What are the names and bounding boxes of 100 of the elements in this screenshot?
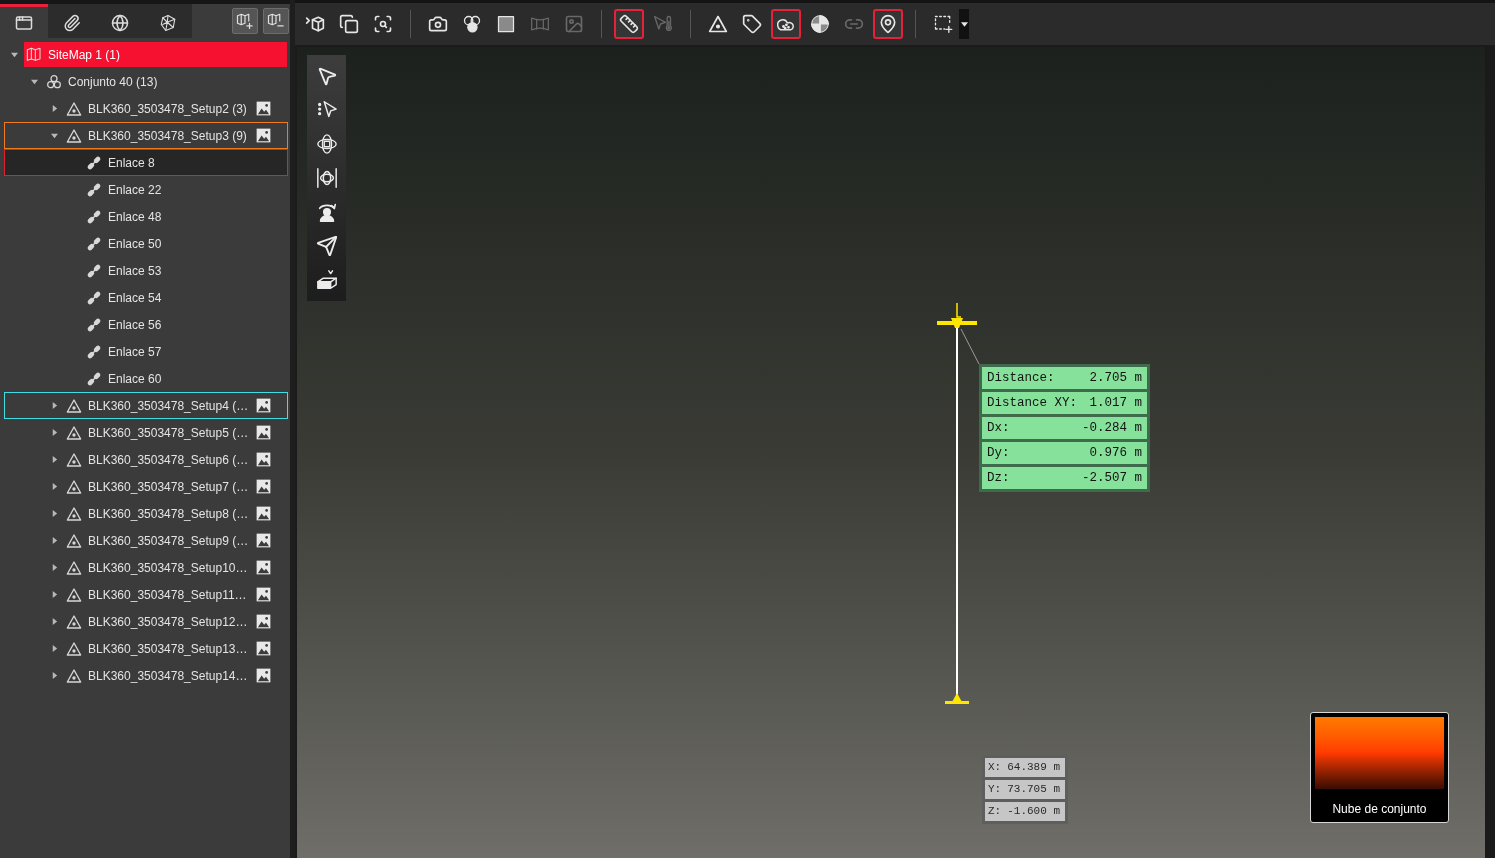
paperclip-icon	[63, 13, 81, 32]
image-icon[interactable]	[256, 668, 271, 683]
add-map-button[interactable]	[232, 8, 258, 34]
circles-icon	[462, 14, 482, 34]
pointer-thermometer-icon	[653, 14, 673, 34]
tree-item[interactable]: BLK360_3503478_Setup5 (…	[4, 419, 288, 446]
bracket-orbit-icon[interactable]	[315, 167, 338, 189]
map-pin-icon	[878, 14, 898, 34]
expand-arrow-icon[interactable]	[51, 483, 58, 490]
globe-icon	[111, 13, 129, 32]
tree-item[interactable]: Enlace 57	[4, 338, 288, 365]
tree-item[interactable]: BLK360_3503478_Setup9 (…	[4, 527, 288, 554]
ruler-button[interactable]	[614, 9, 644, 39]
tree-item[interactable]: Enlace 56	[4, 311, 288, 338]
expand-arrow-icon[interactable]	[51, 429, 58, 436]
image-icon[interactable]	[256, 425, 271, 440]
image-icon[interactable]	[256, 506, 271, 521]
triangle-icon	[66, 559, 82, 576]
collapse-arrow-icon[interactable]	[11, 51, 18, 58]
triangle-icon	[66, 478, 82, 495]
tree-item[interactable]: BLK360_3503478_Setup4 (…	[4, 392, 288, 419]
tree-item[interactable]: BLK360_3503478_Setup14…	[4, 662, 288, 689]
expand-arrow-icon[interactable]	[51, 402, 58, 409]
triangle-icon	[66, 586, 82, 603]
tree-item[interactable]: BLK360_3503478_Setup12…	[4, 608, 288, 635]
image-icon[interactable]	[256, 641, 271, 656]
tree-item[interactable]: Enlace 54	[4, 284, 288, 311]
remove-map-button[interactable]	[263, 8, 289, 34]
link-icon	[86, 289, 102, 306]
orbit-icon[interactable]	[315, 133, 338, 155]
tree-item[interactable]: BLK360_3503478_Setup13…	[4, 635, 288, 662]
expand-arrow-icon[interactable]	[51, 510, 58, 517]
image-icon[interactable]	[256, 479, 271, 494]
expand-arrow-icon[interactable]	[51, 672, 58, 679]
cloud-button[interactable]	[771, 9, 801, 39]
panel-tab[interactable]	[144, 4, 192, 38]
cube-icon	[305, 14, 325, 34]
triangle-icon	[66, 424, 82, 441]
tree-item[interactable]: Enlace 22	[4, 176, 288, 203]
coordinate-label: Z:	[988, 804, 1002, 820]
triangle-icon	[66, 613, 82, 630]
panel-tab[interactable]	[48, 4, 96, 38]
tree-item[interactable]: BLK360_3503478_Setup7 (…	[4, 473, 288, 500]
selection-icon	[933, 14, 953, 34]
dropdown-button[interactable]	[959, 9, 969, 39]
tree-item[interactable]: BLK360_3503478_Setup8 (…	[4, 500, 288, 527]
expand-arrow-icon[interactable]	[51, 645, 58, 652]
tag-icon	[742, 14, 762, 34]
measurement-label: Distance XY:	[987, 394, 1077, 412]
tree-item[interactable]: BLK360_3503478_Setup3 (9)	[4, 122, 288, 149]
tree-item[interactable]: Enlace 60	[4, 365, 288, 392]
image-icon[interactable]	[256, 398, 271, 413]
expand-arrow-icon[interactable]	[51, 618, 58, 625]
tree-item[interactable]: Enlace 8	[4, 149, 288, 176]
tree-item[interactable]: Enlace 53	[4, 257, 288, 284]
tree-item[interactable]: Enlace 50	[4, 230, 288, 257]
expand-arrow-icon[interactable]	[51, 591, 58, 598]
image-icon[interactable]	[256, 101, 271, 116]
block-icon[interactable]	[315, 269, 338, 291]
image-icon[interactable]	[256, 587, 271, 602]
map-pin-button[interactable]	[873, 9, 903, 39]
tree-item[interactable]: BLK360_3503478_Setup2 (3)	[4, 95, 288, 122]
tree-item[interactable]: Enlace 48	[4, 203, 288, 230]
expand-arrow-icon[interactable]	[51, 537, 58, 544]
camera-icon	[428, 14, 448, 34]
measurement-label: Dx:	[987, 419, 1010, 437]
tree-item[interactable]: BLK360_3503478_Setup11…	[4, 581, 288, 608]
tree-item[interactable]: Conjunto 40 (13)	[4, 68, 288, 95]
square-icon	[496, 14, 516, 34]
link-icon	[86, 262, 102, 279]
expand-arrow-icon[interactable]	[51, 564, 58, 571]
point-cloud-view[interactable]: Distance: 2.705 m Distance XY: 1.017 m Dx: -0.284 m Dy: 0.976 m Dz: -2.507 m X: 64.389 m Y: 73.705 m Z: -1.600 m Nube de conjunto	[297, 47, 1485, 858]
collapse-arrow-icon[interactable]	[51, 132, 58, 139]
tree-item[interactable]: BLK360_3503478_Setup10…	[4, 554, 288, 581]
quadrant-icon	[810, 14, 830, 34]
collapse-arrow-icon[interactable]	[31, 78, 38, 85]
windows-icon	[339, 14, 359, 34]
expand-arrow-icon[interactable]	[51, 105, 58, 112]
thumbnail-card[interactable]: Nube de conjunto	[1310, 712, 1449, 823]
link-icon	[86, 181, 102, 198]
circles-icon	[46, 73, 62, 90]
image-icon	[564, 14, 584, 34]
image-icon[interactable]	[256, 614, 271, 629]
tree-item[interactable]: BLK360_3503478_Setup6 (…	[4, 446, 288, 473]
paper-plane-icon[interactable]	[315, 235, 338, 257]
image-icon[interactable]	[256, 560, 271, 575]
map-icon	[26, 46, 42, 63]
link-icon	[86, 208, 102, 225]
ruler-icon	[619, 14, 639, 34]
image-icon[interactable]	[256, 452, 271, 467]
image-icon[interactable]	[256, 533, 271, 548]
image-icon[interactable]	[256, 128, 271, 143]
expand-arrow-icon[interactable]	[51, 456, 58, 463]
coordinate-label: Y:	[988, 782, 1002, 798]
link-icon	[86, 316, 102, 333]
triangle-icon	[66, 127, 82, 144]
coordinate-value: -1.600 m	[1007, 804, 1060, 820]
triangle-icon	[708, 14, 728, 34]
triangle-icon	[66, 667, 82, 684]
triangle-icon	[66, 640, 82, 657]
